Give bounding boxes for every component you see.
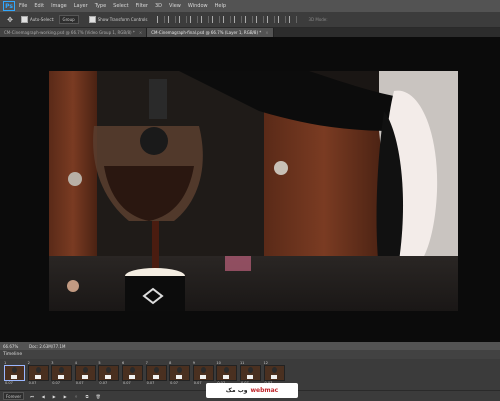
timeline-frame[interactable]: 6 0.07 <box>121 361 143 387</box>
auto-align-icon[interactable] <box>289 16 298 23</box>
frame-thumbnail <box>4 365 25 381</box>
document-canvas[interactable] <box>49 71 458 311</box>
auto-select-dropdown[interactable]: Group <box>58 15 79 24</box>
tween-icon[interactable]: ⁘ <box>73 394 79 399</box>
timeline-frame[interactable]: 5 0.07 <box>97 361 120 387</box>
frame-delay[interactable]: 0.07 <box>52 381 60 385</box>
close-icon[interactable]: × <box>265 30 268 35</box>
menu-layer[interactable]: Layer <box>74 3 88 9</box>
show-transform-checkbox[interactable] <box>88 16 96 23</box>
distribute-top-icon[interactable] <box>223 16 232 23</box>
menu-type[interactable]: Type <box>95 3 106 9</box>
menu-3d[interactable]: 3D <box>155 3 162 9</box>
frame-thumbnail <box>169 365 191 381</box>
frame-thumbnail <box>74 365 96 381</box>
next-frame-icon[interactable]: ▶ <box>62 394 68 399</box>
timeline-frame[interactable]: 7 0.07 <box>145 361 167 387</box>
loop-dropdown[interactable]: Forever <box>3 392 25 400</box>
doc-size: Doc: 2.63M/77.1M <box>29 343 66 349</box>
align-bottom-icon[interactable] <box>179 16 188 23</box>
frame-thumbnail <box>27 365 49 381</box>
menu-bar: Ps File Edit Image Layer Type Select Fil… <box>0 0 500 12</box>
previous-frame-icon[interactable]: ◀ <box>40 394 46 399</box>
menu-file[interactable]: File <box>19 3 27 9</box>
frame-thumbnail <box>145 365 167 381</box>
auto-select-label: Auto-Select: <box>30 17 55 22</box>
tab-working[interactable]: CM-Cinemagraph-working.psd @ 66.7% (Vide… <box>0 28 148 37</box>
status-bar: 66.67% Doc: 2.63M/77.1M <box>0 342 500 350</box>
watermark-en-text: webmac <box>250 387 279 394</box>
timeline-frame[interactable]: 2 0.07 <box>27 361 49 387</box>
tab-working-label: CM-Cinemagraph-working.psd @ 66.7% (Vide… <box>4 30 135 35</box>
frame-thumbnail <box>263 365 285 381</box>
align-right-icon[interactable] <box>212 16 221 23</box>
align-left-icon[interactable] <box>190 16 199 23</box>
frame-delay[interactable]: 0.07 <box>194 381 202 385</box>
close-icon[interactable]: × <box>139 30 142 35</box>
frame-thumbnail <box>98 365 120 381</box>
distribute-right-icon[interactable] <box>278 16 287 23</box>
duplicate-frame-icon[interactable]: ⧉ <box>84 394 90 399</box>
document-tab-bar: CM-Cinemagraph-working.psd @ 66.7% (Vide… <box>0 28 500 37</box>
frame-thumbnail <box>121 365 143 381</box>
frame-thumbnail <box>239 365 261 381</box>
distribute-bottom-icon[interactable] <box>245 16 254 23</box>
frame-thumbnail <box>51 365 73 381</box>
tab-final[interactable]: CM-Cinemagraph-final.psd @ 66.7% (Layer … <box>147 28 274 37</box>
trash-icon[interactable]: 🗑 <box>95 394 101 399</box>
watermark-fa-text: وب مک <box>225 387 248 394</box>
menu-view[interactable]: View <box>169 3 181 9</box>
align-top-icon[interactable] <box>157 16 166 23</box>
timeline-frame[interactable]: 4 0.07 <box>74 361 96 387</box>
timeline-frame[interactable]: 1 0.07 <box>3 361 25 387</box>
zoom-level[interactable]: 66.67% <box>3 344 23 349</box>
menu-help[interactable]: Help <box>215 3 226 9</box>
distribute-middle-icon[interactable] <box>234 16 243 23</box>
frame-thumbnail <box>216 365 238 381</box>
frame-delay[interactable]: 0.07 <box>170 381 178 385</box>
auto-select-checkbox[interactable] <box>21 16 28 23</box>
play-icon[interactable]: ▶ <box>51 394 57 399</box>
canvas-area[interactable] <box>0 37 500 342</box>
show-transform-label: Show Transform Controls <box>97 17 148 22</box>
timeline-frame[interactable]: 3 0.07 <box>50 361 73 387</box>
align-middle-icon[interactable] <box>168 16 177 23</box>
frame-delay[interactable]: 0.07 <box>123 381 131 385</box>
frame-thumbnail <box>192 365 214 381</box>
photoshop-logo: Ps <box>3 1 15 11</box>
frame-delay[interactable]: 0.07 <box>99 381 107 385</box>
move-tool-icon[interactable]: ✥ <box>3 14 17 25</box>
first-frame-icon[interactable]: ⏮ <box>29 394 35 399</box>
distribute-left-icon[interactable] <box>256 16 265 23</box>
menu-image[interactable]: Image <box>51 3 67 9</box>
frame-delay[interactable]: 0.07 <box>76 381 84 385</box>
tab-final-label: CM-Cinemagraph-final.psd @ 66.7% (Layer … <box>151 30 262 35</box>
align-icons-group <box>157 16 300 23</box>
menu-filter[interactable]: Filter <box>136 3 148 9</box>
align-center-icon[interactable] <box>201 16 210 23</box>
frame-delay[interactable]: 0.07 <box>147 381 155 385</box>
watermark-logo: وب مک webmac <box>206 383 298 398</box>
menu-edit[interactable]: Edit <box>34 3 44 9</box>
frame-delay[interactable]: 0.07 <box>5 381 13 385</box>
timeline-panel-header: Timeline <box>0 350 500 359</box>
frame-delay[interactable]: 0.07 <box>29 381 37 385</box>
timeline-title: Timeline <box>3 352 23 357</box>
options-bar: ✥ Auto-Select: Group Show Transform Cont… <box>0 12 500 28</box>
menu-select[interactable]: Select <box>113 3 128 9</box>
cinemagraph-photo <box>49 71 458 311</box>
timeline-frame[interactable]: 8 0.07 <box>168 361 191 387</box>
distribute-center-icon[interactable] <box>267 16 276 23</box>
menu-window[interactable]: Window <box>188 3 208 9</box>
3d-mode-label: 3D Mode: <box>308 17 328 22</box>
